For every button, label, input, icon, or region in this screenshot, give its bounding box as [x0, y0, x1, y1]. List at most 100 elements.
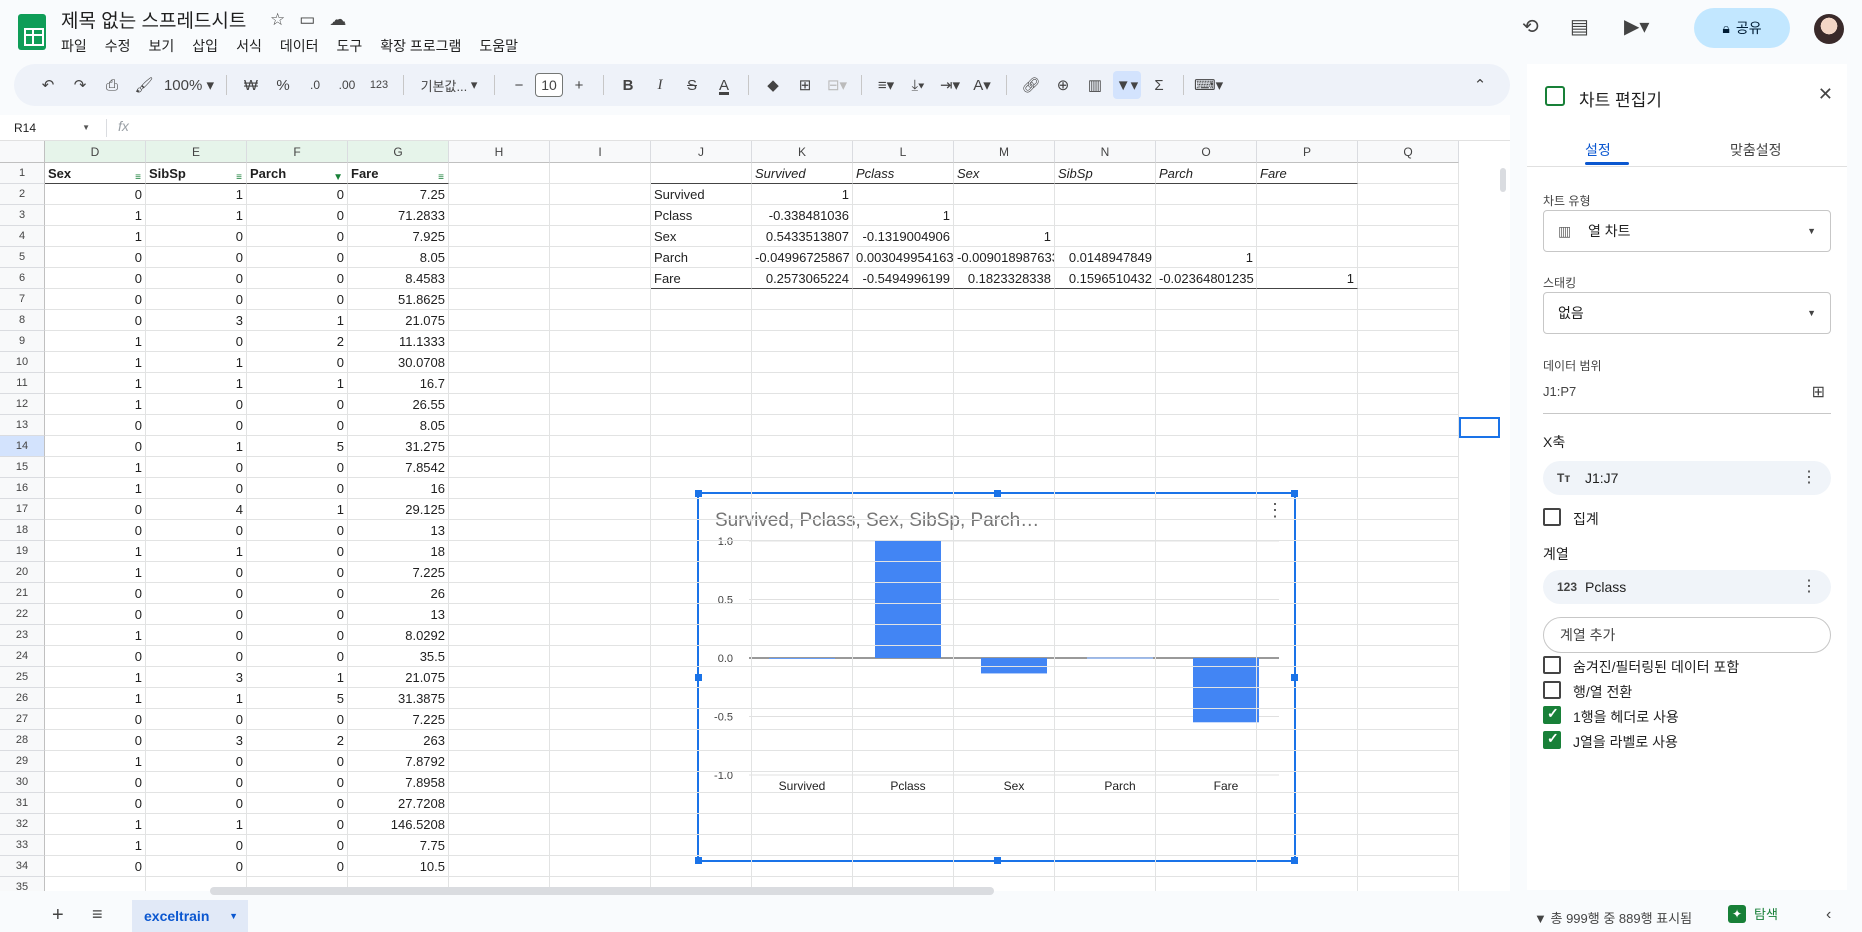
grid-cell[interactable]	[550, 520, 651, 541]
grid-cell[interactable]: 1	[45, 226, 146, 247]
grid-cell[interactable]	[651, 562, 752, 583]
row-header[interactable]: 8	[0, 310, 45, 331]
column-header[interactable]: M	[954, 141, 1055, 163]
grid-cell[interactable]	[752, 562, 853, 583]
grid-cell[interactable]	[651, 772, 752, 793]
grid-cell[interactable]	[449, 688, 550, 709]
grid-cell[interactable]	[853, 709, 954, 730]
grid-cell[interactable]	[752, 394, 853, 415]
merge-cells-icon[interactable]: ⊟▾	[823, 71, 851, 99]
grid-cell[interactable]	[449, 562, 550, 583]
corr-row-label[interactable]: Survived	[651, 184, 752, 205]
grid-cell[interactable]	[550, 499, 651, 520]
grid-cell[interactable]	[853, 667, 954, 688]
fill-color-icon[interactable]: ◆	[759, 71, 787, 99]
grid-cell[interactable]	[752, 310, 853, 331]
grid-cell[interactable]	[752, 688, 853, 709]
corr-header-cell[interactable]: Parch	[1156, 163, 1257, 184]
grid-cell[interactable]	[954, 667, 1055, 688]
menu-format[interactable]: 서식	[236, 36, 262, 56]
grid-cell[interactable]	[853, 520, 954, 541]
grid-cell[interactable]	[954, 457, 1055, 478]
column-header[interactable]: K	[752, 141, 853, 163]
grid-cell[interactable]	[651, 856, 752, 877]
grid-cell[interactable]	[651, 667, 752, 688]
grid-cell[interactable]	[1358, 457, 1459, 478]
grid-cell[interactable]	[853, 352, 954, 373]
grid-cell[interactable]: 7.8958	[348, 772, 449, 793]
grid-cell[interactable]	[1257, 352, 1358, 373]
grid-cell[interactable]: 29.125	[348, 499, 449, 520]
grid-cell[interactable]: 0	[247, 751, 348, 772]
row-header[interactable]: 28	[0, 730, 45, 751]
text-color-icon[interactable]: A	[710, 71, 738, 99]
name-box[interactable]: R14	[6, 117, 96, 139]
column-header[interactable]: F	[247, 141, 348, 163]
grid-cell[interactable]	[449, 457, 550, 478]
grid-cell[interactable]	[1257, 373, 1358, 394]
grid-cell[interactable]	[449, 793, 550, 814]
grid-cell[interactable]	[651, 373, 752, 394]
grid-cell[interactable]	[752, 751, 853, 772]
grid-cell[interactable]	[954, 394, 1055, 415]
grid-cell[interactable]: 1	[146, 688, 247, 709]
row-header[interactable]: 6	[0, 268, 45, 289]
grid-cell[interactable]	[853, 583, 954, 604]
grid-cell[interactable]: 0	[45, 646, 146, 667]
column-header[interactable]: G	[348, 141, 449, 163]
grid-cell[interactable]	[1358, 394, 1459, 415]
grid-cell[interactable]	[853, 394, 954, 415]
grid-cell[interactable]	[1257, 499, 1358, 520]
collapse-panel-icon[interactable]: ‹	[1826, 906, 1831, 924]
grid-cell[interactable]	[1257, 667, 1358, 688]
grid-cell[interactable]	[954, 310, 1055, 331]
grid-cell[interactable]	[550, 352, 651, 373]
grid-cell[interactable]: 0	[247, 205, 348, 226]
row-header[interactable]: 11	[0, 373, 45, 394]
grid-cell[interactable]	[449, 184, 550, 205]
grid-cell[interactable]	[752, 772, 853, 793]
grid-cell[interactable]: 0.003049954163	[853, 247, 954, 268]
row-header[interactable]: 14	[0, 436, 45, 457]
grid-cell[interactable]	[853, 562, 954, 583]
grid-cell[interactable]: 0.1596510432	[1055, 268, 1156, 289]
grid-cell[interactable]	[651, 163, 752, 184]
grid-cell[interactable]: 5	[247, 688, 348, 709]
grid-cell[interactable]: 7.8792	[348, 751, 449, 772]
grid-cell[interactable]	[1156, 709, 1257, 730]
grid-cell[interactable]	[853, 184, 954, 205]
header-cell[interactable]: Fare ≡	[348, 163, 449, 184]
row-header[interactable]: 15	[0, 457, 45, 478]
grid-cell[interactable]	[954, 520, 1055, 541]
grid-cell[interactable]	[1358, 751, 1459, 772]
grid-cell[interactable]: 8.4583	[348, 268, 449, 289]
grid-cell[interactable]	[449, 856, 550, 877]
grid-cell[interactable]	[853, 373, 954, 394]
grid-cell[interactable]	[853, 751, 954, 772]
grid-cell[interactable]	[1257, 835, 1358, 856]
link-icon[interactable]: 🔗︎	[1017, 71, 1045, 99]
grid-cell[interactable]	[1257, 625, 1358, 646]
cloud-status-icon[interactable]: ☁	[329, 10, 346, 30]
grid-cell[interactable]	[550, 394, 651, 415]
grid-cell[interactable]	[449, 625, 550, 646]
grid-cell[interactable]	[1156, 835, 1257, 856]
grid-cell[interactable]	[1257, 289, 1358, 310]
menu-file[interactable]: 파일	[61, 36, 87, 56]
grid-cell[interactable]	[1257, 877, 1358, 891]
grid-cell[interactable]	[449, 331, 550, 352]
grid-cell[interactable]: 0	[146, 331, 247, 352]
strikethrough-icon[interactable]: S	[678, 71, 706, 99]
row-header[interactable]: 22	[0, 604, 45, 625]
grid-cell[interactable]: 0	[247, 415, 348, 436]
grid-cell[interactable]	[1055, 520, 1156, 541]
grid-cell[interactable]	[954, 793, 1055, 814]
grid-cell[interactable]	[651, 415, 752, 436]
grid-cell[interactable]	[449, 646, 550, 667]
grid-cell[interactable]: 0	[146, 226, 247, 247]
grid-cell[interactable]: 1	[45, 373, 146, 394]
sheet-tab[interactable]: exceltrain ▼	[132, 900, 248, 932]
column-header[interactable]: O	[1156, 141, 1257, 163]
grid-cell[interactable]	[550, 310, 651, 331]
vertical-scrollbar[interactable]	[1500, 168, 1506, 192]
